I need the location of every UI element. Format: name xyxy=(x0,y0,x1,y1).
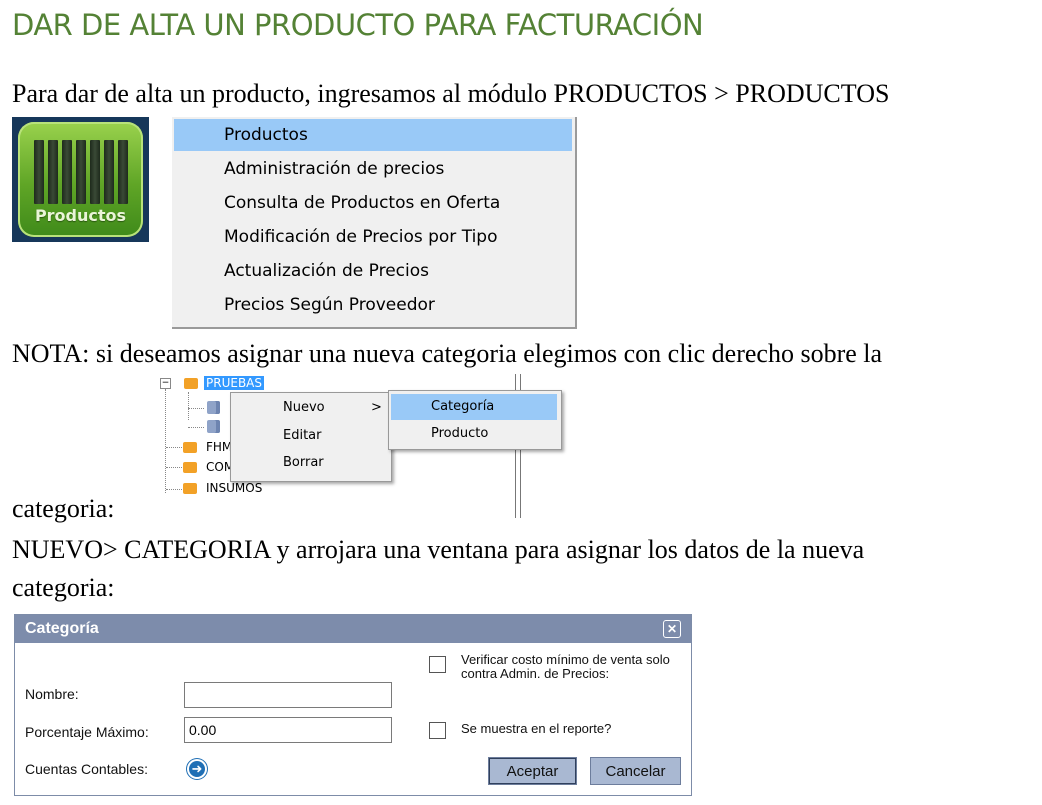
chevron-right-icon: > xyxy=(371,400,382,415)
categoria-dialog: Categoría ✕ Nombre: Porcentaje Máximo: C… xyxy=(14,614,692,796)
submenu-item-categoria[interactable]: Categoría xyxy=(391,394,557,420)
aceptar-button[interactable]: Aceptar xyxy=(488,757,577,785)
context-item-nuevo[interactable]: Nuevo > xyxy=(233,395,389,421)
arrow-right-icon[interactable]: ➜ xyxy=(187,759,207,779)
cuentas-label: Cuentas Contables: xyxy=(25,761,148,777)
barcode-icon xyxy=(34,140,128,204)
tree-node-insumos[interactable]: INSUMOS xyxy=(206,481,262,495)
folder-icon xyxy=(184,378,198,389)
collapse-icon[interactable]: − xyxy=(160,378,171,389)
context-item-borrar[interactable]: Borrar xyxy=(233,450,389,476)
close-icon[interactable]: ✕ xyxy=(663,620,681,638)
page-title: DAR DE ALTA UN PRODUCTO PARA FACTURACIÓN xyxy=(12,8,704,42)
menu-item-modificacion-precios[interactable]: Modificación de Precios por Tipo xyxy=(174,221,572,253)
cube-icon xyxy=(207,420,220,433)
categoria-paragraph: categoria: xyxy=(12,494,115,523)
cube-icon xyxy=(207,401,220,414)
menu-item-precios-proveedor[interactable]: Precios Según Proveedor xyxy=(174,289,572,321)
nombre-label: Nombre: xyxy=(25,686,79,702)
context-submenu: Categoría Producto xyxy=(388,390,562,450)
menu-item-administracion-precios[interactable]: Administración de precios xyxy=(174,153,572,185)
nombre-field[interactable] xyxy=(184,682,392,708)
dialog-header: Categoría ✕ xyxy=(15,615,691,643)
porcentaje-field[interactable] xyxy=(184,717,392,743)
menu-item-consulta-oferta[interactable]: Consulta de Productos en Oferta xyxy=(174,187,572,219)
context-item-editar[interactable]: Editar xyxy=(233,423,389,449)
reporte-checkbox[interactable] xyxy=(429,722,446,739)
tree-node-pruebas[interactable]: PRUEBAS xyxy=(204,376,264,390)
verificar-checkbox[interactable] xyxy=(429,656,446,673)
tree-node-fhm[interactable]: FHM xyxy=(206,440,232,454)
folder-icon xyxy=(183,462,197,473)
menu-item-productos[interactable]: Productos xyxy=(174,119,572,151)
productos-menu: Productos Administración de precios Cons… xyxy=(172,117,577,329)
folder-icon xyxy=(183,483,197,494)
folder-icon xyxy=(183,442,197,453)
nota-paragraph: NOTA: si deseamos asignar una nueva cate… xyxy=(12,339,883,368)
category-tree: − PRUEBAS P M FHM COM INSUMOS Nuevo > Ed… xyxy=(160,372,562,520)
porcentaje-label: Porcentaje Máximo: xyxy=(25,724,149,740)
submenu-item-producto[interactable]: Producto xyxy=(391,421,557,447)
dialog-title: Categoría xyxy=(25,620,99,637)
nuevo-paragraph: NUEVO> CATEGORIA y arrojara una ventana … xyxy=(12,535,865,564)
intro-paragraph: Para dar de alta un producto, ingresamos… xyxy=(12,79,890,108)
verificar-label: Verificar costo mínimo de venta solo con… xyxy=(461,652,670,681)
cancelar-button[interactable]: Cancelar xyxy=(590,757,681,785)
productos-module-icon[interactable]: Productos xyxy=(12,117,149,242)
context-menu: Nuevo > Editar Borrar xyxy=(230,392,392,482)
module-label: Productos xyxy=(34,206,127,225)
menu-item-actualizacion-precios[interactable]: Actualización de Precios xyxy=(174,255,572,287)
categoria2-paragraph: categoria: xyxy=(12,573,115,602)
reporte-label: Se muestra en el reporte? xyxy=(461,721,612,736)
